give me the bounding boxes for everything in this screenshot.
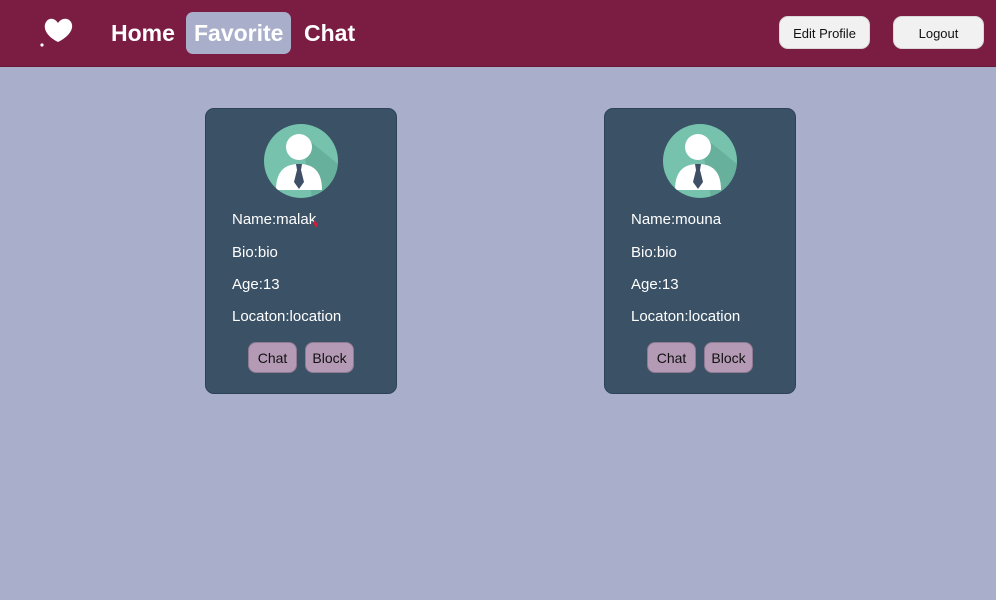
profile-name: Name:malak xyxy=(232,211,317,228)
user-avatar-icon xyxy=(663,124,737,198)
chat-button[interactable]: Chat xyxy=(248,342,297,373)
profile-card: Name:malak Bio:bio Age:13 Locaton:locati… xyxy=(205,108,397,394)
block-button[interactable]: Block xyxy=(305,342,354,373)
nav-home-link[interactable]: Home xyxy=(103,12,183,54)
block-button[interactable]: Block xyxy=(704,342,753,373)
nav-chat-link[interactable]: Chat xyxy=(296,12,363,54)
profile-bio: Bio:bio xyxy=(631,244,677,261)
edit-profile-button[interactable]: Edit Profile xyxy=(779,16,870,49)
heart-logo-icon[interactable] xyxy=(38,12,74,48)
profile-location: Locaton:location xyxy=(631,308,741,325)
nav-favorite-link[interactable]: Favorite xyxy=(186,12,292,54)
profile-card: Name:mouna Bio:bio Age:13 Locaton:locati… xyxy=(604,108,796,394)
profile-age: Age:13 xyxy=(631,276,679,293)
profile-bio: Bio:bio xyxy=(232,244,278,261)
profile-name: Name:mouna xyxy=(631,211,722,228)
profile-age: Age:13 xyxy=(232,276,280,293)
chat-button[interactable]: Chat xyxy=(647,342,696,373)
top-navbar: Home Favorite Chat Edit Profile Logout xyxy=(0,0,996,67)
profile-location: Locaton:location xyxy=(232,308,342,325)
logout-button[interactable]: Logout xyxy=(893,16,984,49)
user-avatar-icon xyxy=(264,124,338,198)
